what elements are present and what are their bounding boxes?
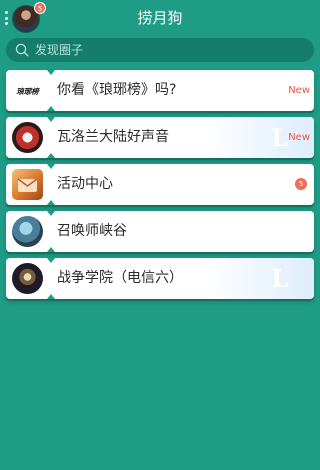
circle-name: 瓦洛兰大陆好声音 [57, 129, 169, 145]
circle-name: 召唤师峡谷 [57, 223, 127, 239]
voice-logo-icon [12, 122, 43, 153]
card-notch [47, 106, 55, 111]
card-notch [47, 200, 55, 205]
circle-item-langyabang[interactable]: 琅琊榜 你看《琅琊榜》吗? New [6, 70, 314, 111]
search-icon [15, 43, 29, 57]
circle-item-voice[interactable]: 瓦洛兰大陆好声音 L New [6, 117, 314, 158]
card-notch [47, 294, 55, 299]
circle-item-summoners-rift[interactable]: 召唤师峡谷 [6, 211, 314, 252]
events-logo-icon [12, 169, 43, 200]
langyabang-logo-icon: 琅琊榜 [12, 75, 43, 106]
war-academy-logo-icon [12, 263, 43, 294]
circle-name: 活动中心 [57, 176, 113, 192]
search-bar[interactable]: 发现圈子 [6, 38, 314, 62]
card-notch [47, 164, 55, 169]
lol-watermark-icon: L [271, 123, 288, 152]
card-notch [47, 211, 55, 216]
card-notch [47, 117, 55, 122]
summoners-rift-logo-icon [12, 216, 43, 247]
circle-list: 琅琊榜 你看《琅琊榜》吗? New 瓦洛兰大陆好声音 L New 活动中心 5 [6, 70, 314, 305]
top-bar: 5 捞月狗 [0, 0, 320, 36]
new-tag: New [288, 85, 310, 96]
circle-item-events[interactable]: 活动中心 5 [6, 164, 314, 205]
card-notch [47, 258, 55, 263]
lol-watermark-icon: L [271, 264, 288, 293]
card-notch [47, 70, 55, 75]
new-tag: New [288, 132, 310, 143]
svg-text:琅琊榜: 琅琊榜 [16, 87, 40, 96]
unread-badge: 5 [295, 178, 307, 190]
page-title: 捞月狗 [137, 9, 183, 27]
circle-item-war-academy[interactable]: 战争学院（电信六） L [6, 258, 314, 299]
search-placeholder: 发现圈子 [35, 43, 84, 57]
circle-name: 战争学院（电信六） [57, 270, 183, 286]
circle-name: 你看《琅琊榜》吗? [57, 82, 177, 98]
card-notch [47, 153, 55, 158]
card-notch [47, 247, 55, 252]
